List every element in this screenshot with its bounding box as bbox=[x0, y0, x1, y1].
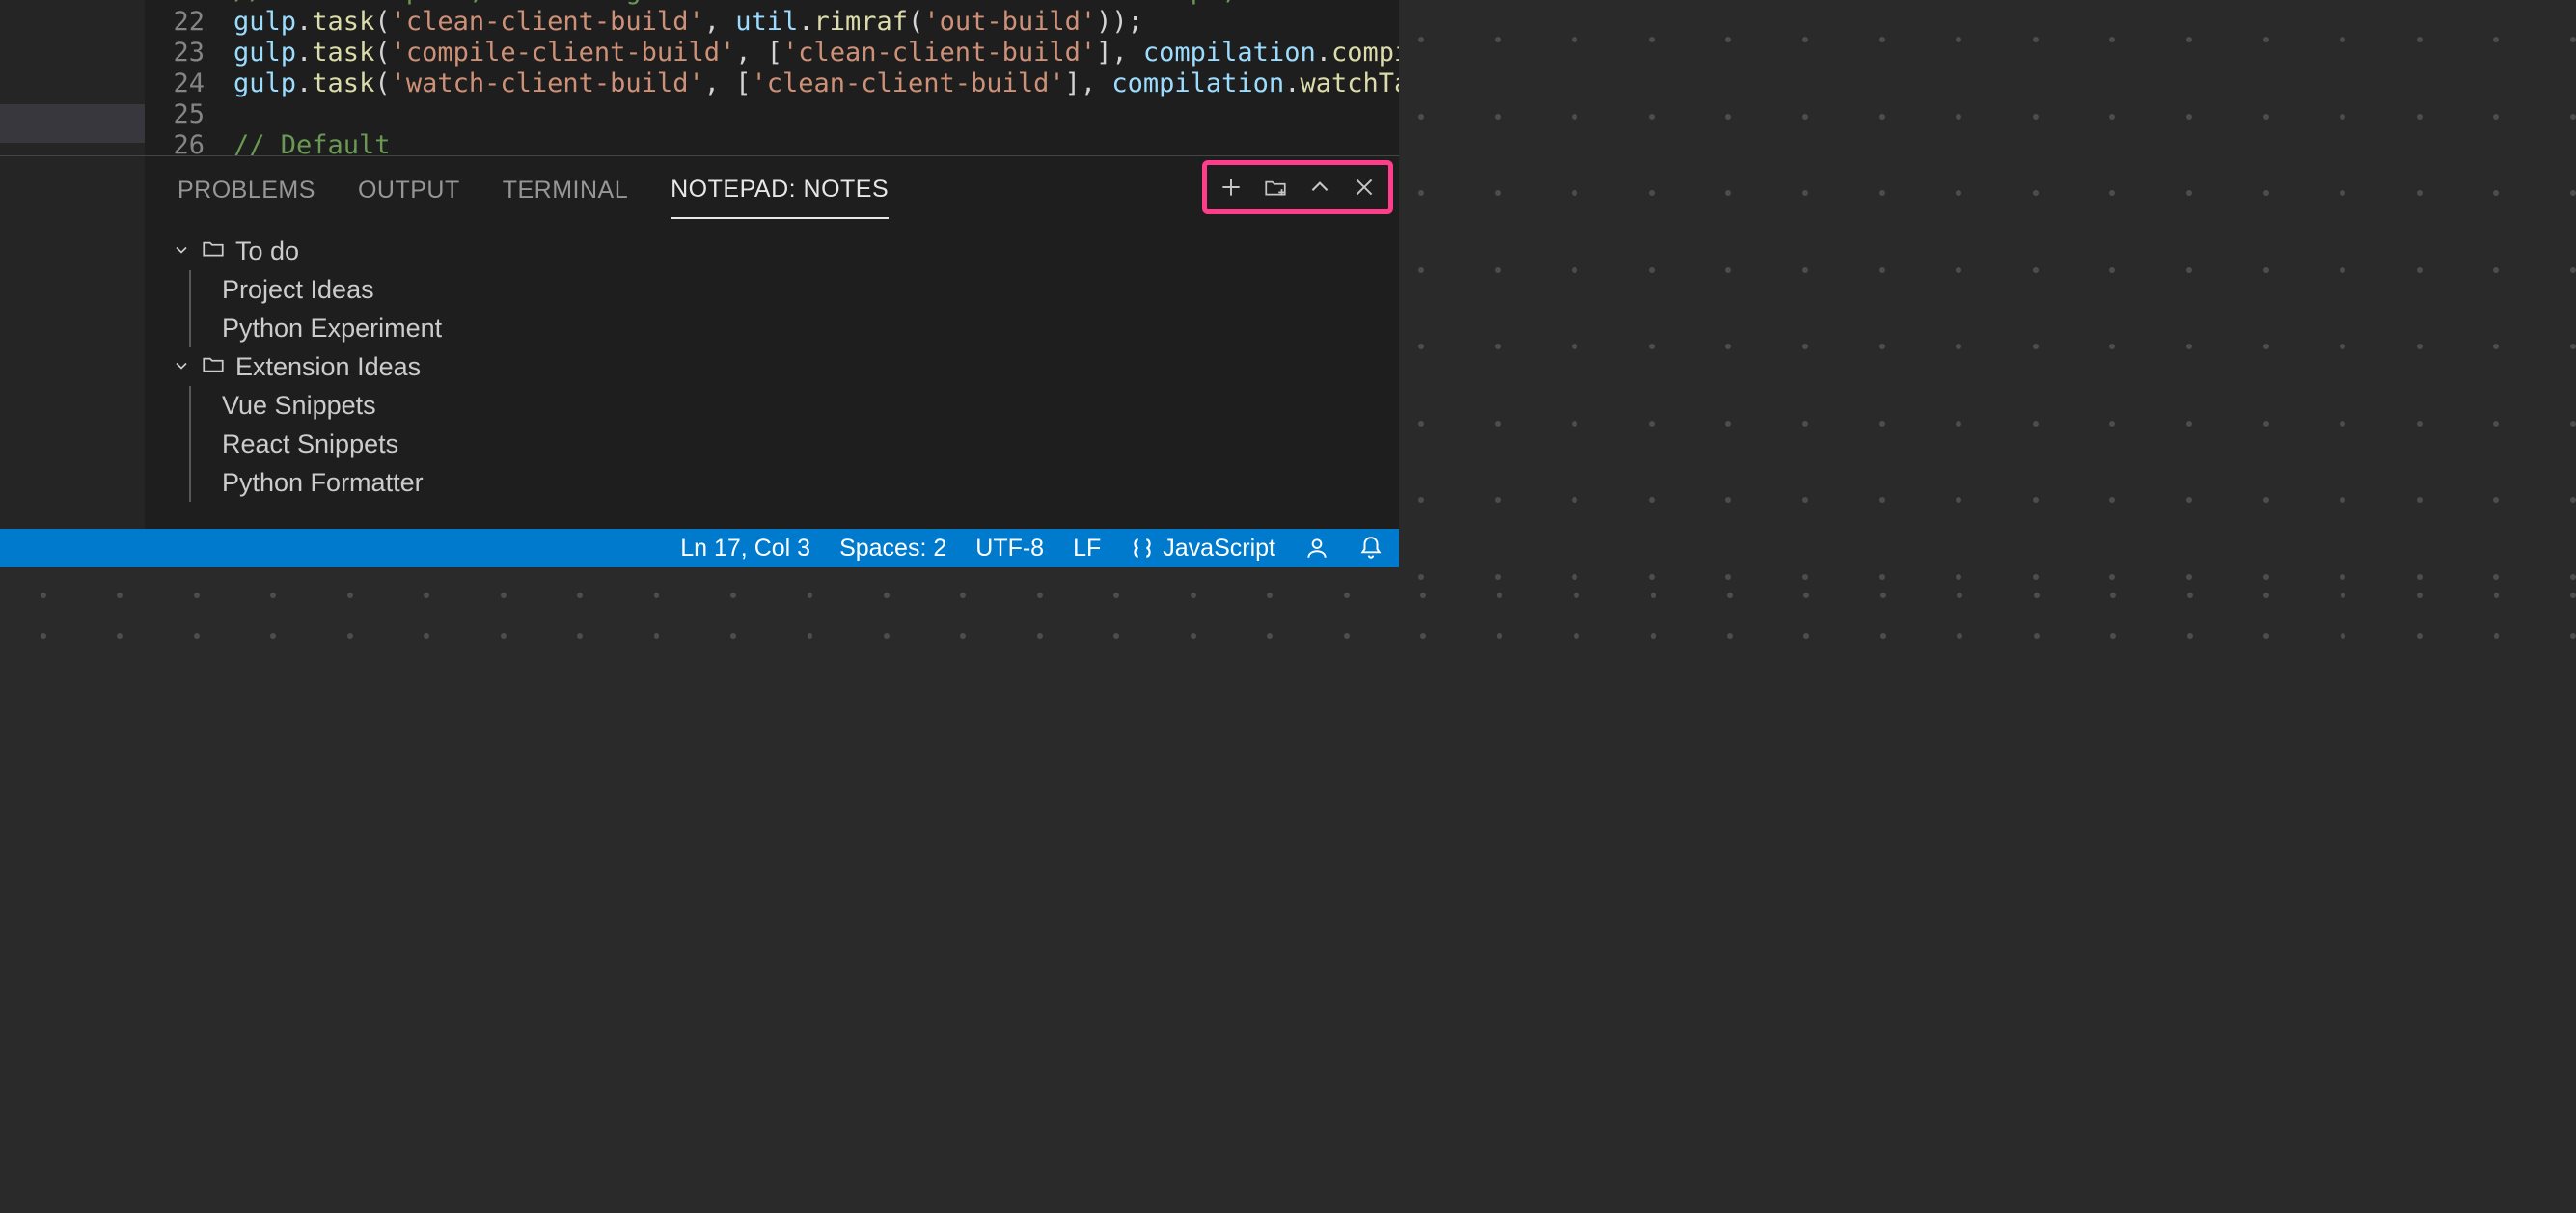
editor-area: 21// Full compile, including nls and inl… bbox=[0, 0, 1399, 156]
code-line[interactable]: 23gulp.task('compile-client-build', ['cl… bbox=[145, 38, 1399, 69]
tab-notepad[interactable]: NOTEPAD: NOTES bbox=[671, 161, 889, 219]
vscode-window: 21// Full compile, including nls and inl… bbox=[0, 0, 1399, 567]
folder-icon bbox=[201, 235, 226, 267]
status-encoding[interactable]: UTF-8 bbox=[975, 535, 1044, 563]
code-line[interactable]: 25 bbox=[145, 99, 1399, 130]
chevron-up-icon[interactable] bbox=[1305, 173, 1334, 202]
line-number: 21 bbox=[145, 0, 233, 7]
chevron-down-icon bbox=[172, 236, 191, 266]
activity-bar-stub bbox=[0, 0, 145, 155]
line-number: 24 bbox=[145, 69, 233, 99]
panel-actions-highlighted bbox=[1202, 160, 1393, 214]
code-content: gulp.task('compile-client-build', ['clea… bbox=[233, 38, 1399, 69]
notes-folder[interactable]: To do bbox=[172, 232, 1399, 270]
line-number: 23 bbox=[145, 38, 233, 69]
status-lncol[interactable]: Ln 17, Col 3 bbox=[680, 535, 810, 563]
sidebar-selection bbox=[0, 104, 145, 143]
notes-item[interactable]: React Snippets bbox=[189, 425, 1399, 463]
code-content: // Default bbox=[233, 130, 1399, 155]
notes-folder-label: Extension Ideas bbox=[235, 352, 421, 382]
line-number: 25 bbox=[145, 99, 233, 130]
code-content: // Full compile, including nls and inlin… bbox=[233, 0, 1399, 7]
tab-terminal[interactable]: TERMINAL bbox=[503, 161, 628, 219]
dotted-background-right bbox=[1418, 37, 2576, 580]
code-content: gulp.task('watch-client-build', ['clean-… bbox=[233, 69, 1399, 99]
notes-item[interactable]: Project Ideas bbox=[189, 270, 1399, 309]
folder-icon bbox=[201, 351, 226, 383]
status-bar: Ln 17, Col 3 Spaces: 2 UTF-8 LF JavaScri… bbox=[0, 529, 1399, 567]
new-folder-icon[interactable] bbox=[1261, 173, 1290, 202]
line-number: 22 bbox=[145, 7, 233, 38]
code-line[interactable]: 21// Full compile, including nls and inl… bbox=[145, 0, 1399, 7]
status-language-label: JavaScript bbox=[1163, 535, 1275, 563]
notes-folder[interactable]: Extension Ideas bbox=[172, 347, 1399, 386]
tab-problems[interactable]: PROBLEMS bbox=[178, 161, 315, 219]
code-line[interactable]: 24gulp.task('watch-client-build', ['clea… bbox=[145, 69, 1399, 99]
feedback-icon[interactable] bbox=[1304, 536, 1329, 561]
close-icon[interactable] bbox=[1350, 173, 1379, 202]
bell-icon[interactable] bbox=[1358, 536, 1384, 561]
tab-output[interactable]: OUTPUT bbox=[358, 161, 460, 219]
notes-item[interactable]: Python Experiment bbox=[189, 309, 1399, 347]
bottom-panel: PROBLEMS OUTPUT TERMINAL NOTEPAD: NOTES bbox=[145, 156, 1399, 567]
plus-icon[interactable] bbox=[1217, 173, 1246, 202]
notes-folder-label: To do bbox=[235, 236, 299, 266]
sidebar-strip bbox=[0, 156, 145, 567]
status-language[interactable]: JavaScript bbox=[1130, 535, 1275, 563]
line-number: 26 bbox=[145, 130, 233, 155]
code-content: gulp.task('clean-client-build', util.rim… bbox=[233, 7, 1399, 38]
code-content bbox=[233, 99, 1399, 130]
status-spaces[interactable]: Spaces: 2 bbox=[839, 535, 946, 563]
code-line[interactable]: 22gulp.task('clean-client-build', util.r… bbox=[145, 7, 1399, 38]
code-line[interactable]: 26// Default bbox=[145, 130, 1399, 155]
notes-item[interactable]: Vue Snippets bbox=[189, 386, 1399, 425]
notes-item[interactable]: Python Formatter bbox=[189, 463, 1399, 502]
status-eol[interactable]: LF bbox=[1073, 535, 1101, 563]
chevron-down-icon bbox=[172, 352, 191, 382]
notes-tree: To do Project IdeasPython Experiment Exten… bbox=[145, 224, 1399, 502]
code-editor[interactable]: 21// Full compile, including nls and inl… bbox=[145, 0, 1399, 155]
